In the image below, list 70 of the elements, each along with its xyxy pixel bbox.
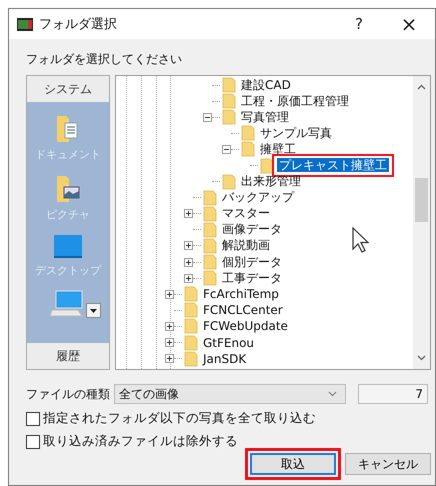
folder-name[interactable]: 写真管理 xyxy=(239,110,291,124)
window-title: フォルダ選択 xyxy=(39,16,117,33)
folder-icon xyxy=(241,141,255,158)
folder-name[interactable]: マスター xyxy=(220,206,272,220)
file-type-label: ファイルの種類 xyxy=(26,386,110,402)
folder-icon xyxy=(203,222,217,238)
folder-name[interactable]: プレキャスト擁壁工 xyxy=(277,158,389,172)
import-button[interactable]: 取込 xyxy=(250,453,336,475)
folder-name[interactable]: FCWebUpdate xyxy=(201,319,290,334)
file-type-dropdown[interactable]: 全ての画像 xyxy=(114,384,346,404)
folder-icon xyxy=(184,334,198,351)
scroll-thumb[interactable] xyxy=(415,178,428,222)
checkbox[interactable] xyxy=(26,434,40,448)
history-button[interactable]: 履歴 xyxy=(27,343,109,369)
folder-icon xyxy=(184,350,198,367)
folder-icon xyxy=(203,190,217,206)
scroll-down-icon[interactable] xyxy=(417,355,426,361)
expand-icon[interactable] xyxy=(165,322,174,331)
mouse-cursor-icon xyxy=(351,226,371,254)
cancel-button[interactable]: キャンセル xyxy=(345,453,431,475)
expand-icon[interactable] xyxy=(184,209,193,218)
system-button[interactable]: システム xyxy=(27,76,109,102)
count-field: 7 xyxy=(358,384,428,404)
folder-icon xyxy=(222,174,236,190)
expand-icon[interactable] xyxy=(165,338,174,348)
expand-icon[interactable] xyxy=(165,354,174,364)
folder-name[interactable]: JanSDK xyxy=(201,352,248,366)
desktop-icon[interactable] xyxy=(53,234,83,260)
expand-icon[interactable] xyxy=(184,258,193,267)
folder-icon xyxy=(184,318,198,334)
checkbox[interactable] xyxy=(26,412,40,426)
expand-icon[interactable] xyxy=(165,290,174,299)
scrollbar[interactable] xyxy=(413,76,430,369)
folder-icon xyxy=(184,286,198,302)
help-button[interactable]: ? xyxy=(337,9,381,39)
close-button[interactable]: × xyxy=(387,9,431,39)
folder-icon xyxy=(222,77,236,94)
expand-icon[interactable] xyxy=(184,241,193,250)
folder-icon xyxy=(203,238,217,254)
folder-name[interactable]: 出来形管理 xyxy=(239,174,303,188)
folder-icon xyxy=(222,109,236,126)
folder-icon xyxy=(203,270,217,286)
checkbox-label[interactable]: 指定されたフォルダ以下の写真を全て取り込む xyxy=(43,410,316,427)
folder-name[interactable]: サンプル写真 xyxy=(258,126,334,140)
pictures-folder-icon[interactable] xyxy=(55,174,81,204)
chevron-down-icon xyxy=(328,391,337,397)
collapse-icon[interactable] xyxy=(203,112,212,122)
folder-name[interactable]: GtFEnou xyxy=(201,336,256,350)
prompt-text: フォルダを選択してください xyxy=(26,51,183,68)
folder-name[interactable]: FCNCLCenter xyxy=(201,303,285,318)
folder-name[interactable]: 画像データ xyxy=(220,222,284,236)
folder-icon xyxy=(260,158,274,174)
folder-icon xyxy=(203,254,217,270)
folder-icon xyxy=(222,93,236,110)
app-icon xyxy=(17,18,33,30)
collapse-icon[interactable] xyxy=(222,144,231,154)
folder-name[interactable]: FcArchiTemp xyxy=(201,287,281,302)
checkbox-label[interactable]: 取り込み済みファイルは除外する xyxy=(43,433,238,450)
folder-name[interactable]: 工程・原価工程管理 xyxy=(239,94,351,108)
folder-icon xyxy=(184,302,198,318)
folder-name[interactable]: 建設CAD xyxy=(239,78,293,92)
dropdown-button[interactable] xyxy=(86,303,100,318)
folder-name[interactable]: バックアップ xyxy=(220,190,296,204)
folder-icon xyxy=(241,125,255,142)
folder-name[interactable]: 解説動画 xyxy=(220,238,272,252)
expand-icon[interactable] xyxy=(184,274,193,283)
folder-icon xyxy=(203,206,217,222)
scroll-up-icon[interactable] xyxy=(417,84,426,90)
folder-name[interactable]: 個別データ xyxy=(220,254,284,269)
folder-name[interactable]: 工事データ xyxy=(220,270,284,285)
